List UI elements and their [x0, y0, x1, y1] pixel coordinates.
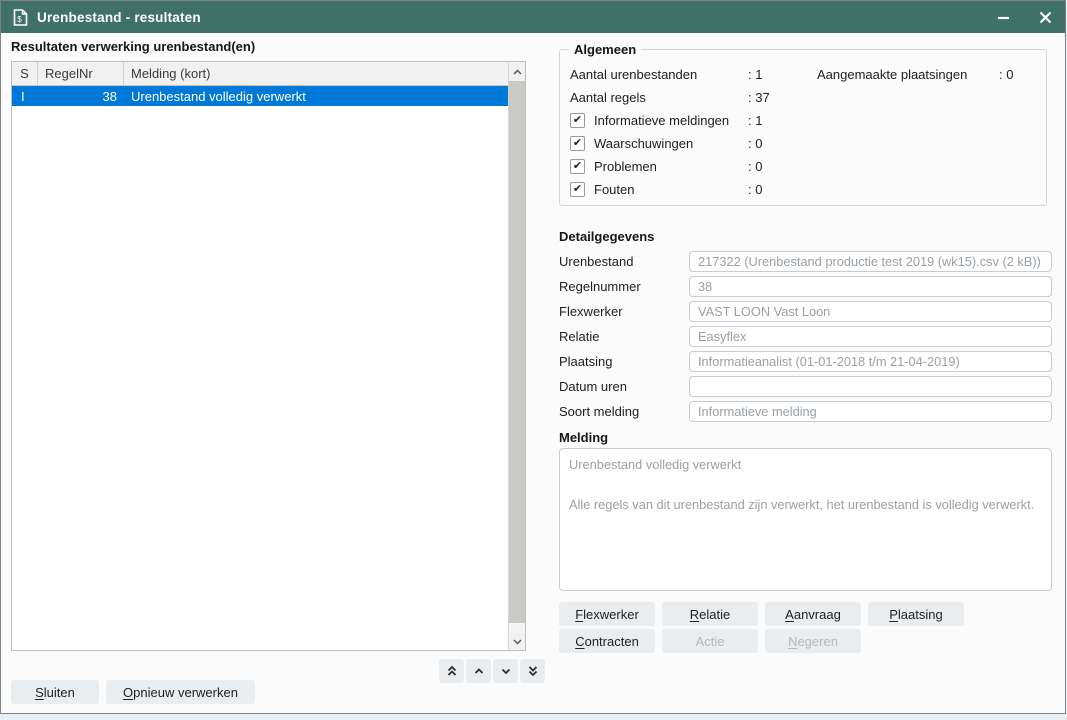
contracten-button[interactable]: Contracten — [559, 629, 655, 653]
action-buttons-row2: Contracten Actie Negeren — [559, 629, 861, 653]
check-icon: ✔ — [573, 115, 582, 126]
hours-file-icon: $ — [13, 9, 28, 26]
stat-value: : 0 — [999, 67, 1013, 82]
chevron-up-icon — [473, 665, 485, 677]
negeren-button[interactable]: Negeren — [765, 629, 861, 653]
scrollbar-thumb[interactable] — [509, 81, 525, 623]
waarschuwingen-checkbox[interactable]: ✔ — [570, 136, 585, 151]
soort-melding-field[interactable]: Informatieve melding — [689, 401, 1052, 422]
close-icon — [1039, 11, 1052, 24]
column-header-regelnr[interactable]: RegelNr — [38, 62, 124, 85]
results-table: S RegelNr Melding (kort) I 38 Urenbestan… — [11, 61, 526, 651]
plaatsing-button[interactable]: Plaatsing — [868, 602, 964, 626]
column-header-melding[interactable]: Melding (kort) — [124, 62, 508, 85]
flexwerker-field[interactable]: VAST LOON Vast Loon — [689, 301, 1052, 322]
check-value: : 1 — [748, 113, 762, 128]
stat-label: Aantal regels — [570, 90, 748, 105]
check-value: : 0 — [748, 136, 762, 151]
double-chevron-down-icon — [527, 665, 539, 677]
title-bar[interactable]: $ Urenbestand - resultaten — [1, 1, 1065, 33]
field-label: Soort melding — [559, 404, 689, 419]
svg-text:$: $ — [17, 15, 22, 24]
stat-label: Aantal urenbestanden — [570, 67, 748, 82]
minimize-icon — [997, 11, 1010, 24]
algemeen-groupbox: Aantal urenbestanden : 1 Aantal regels :… — [559, 49, 1047, 206]
relatie-button[interactable]: Relatie — [662, 602, 758, 626]
cell-status: I — [12, 89, 38, 104]
urenbestand-field[interactable]: 217322 (Urenbestand productie test 2019 … — [689, 251, 1052, 272]
check-value: : 0 — [748, 159, 762, 174]
check-label: Waarschuwingen — [594, 136, 748, 151]
double-chevron-up-icon — [446, 665, 458, 677]
nav-previous-button[interactable] — [466, 659, 491, 683]
check-label: Informatieve meldingen — [594, 113, 748, 128]
melding-title: Melding — [559, 430, 608, 445]
scrollbar-up-button[interactable] — [509, 62, 525, 81]
chevron-down-icon — [500, 665, 512, 677]
field-label: Relatie — [559, 329, 689, 344]
row-navigation — [439, 659, 545, 683]
field-label: Flexwerker — [559, 304, 689, 319]
close-button[interactable] — [1037, 9, 1053, 25]
stat-label: Aangemaakte plaatsingen — [817, 67, 999, 82]
field-label: Datum uren — [559, 379, 689, 394]
regelnummer-field[interactable]: 38 — [689, 276, 1052, 297]
window-title: Urenbestand - resultaten — [37, 10, 201, 25]
algemeen-title: Algemeen — [569, 42, 641, 57]
cell-regelnr: 38 — [38, 89, 124, 104]
dialog-window: $ Urenbestand - resultaten Resultaten ve… — [0, 0, 1066, 714]
opnieuw-verwerken-button[interactable]: Opnieuw verwerken — [106, 680, 255, 704]
stat-value: : 37 — [748, 90, 770, 105]
nav-next-button[interactable] — [493, 659, 518, 683]
field-label: Regelnummer — [559, 279, 689, 294]
melding-textarea[interactable]: Urenbestand volledig verwerkt Alle regel… — [559, 448, 1052, 591]
action-buttons-row1: Flexwerker Relatie Aanvraag Plaatsing — [559, 602, 964, 626]
minimize-button[interactable] — [995, 9, 1011, 25]
check-icon: ✔ — [573, 161, 582, 172]
aanvraag-button[interactable]: Aanvraag — [765, 602, 861, 626]
column-header-s[interactable]: S — [12, 62, 38, 85]
table-header: S RegelNr Melding (kort) — [12, 62, 508, 86]
datum-uren-field[interactable] — [689, 376, 1052, 397]
chevron-up-icon — [513, 69, 522, 75]
field-label: Urenbestand — [559, 254, 689, 269]
detailgegevens-title: Detailgegevens — [559, 229, 654, 244]
stat-value: : 1 — [748, 67, 762, 82]
check-label: Problemen — [594, 159, 748, 174]
check-icon: ✔ — [573, 184, 582, 195]
scrollbar-down-button[interactable] — [509, 633, 525, 650]
detail-fields: Urenbestand 217322 (Urenbestand producti… — [559, 251, 1052, 426]
nav-last-button[interactable] — [520, 659, 545, 683]
results-heading: Resultaten verwerking urenbestand(en) — [11, 39, 255, 54]
table-row[interactable]: I 38 Urenbestand volledig verwerkt — [12, 86, 508, 106]
footer-buttons: Sluiten Opnieuw verwerken — [11, 680, 255, 704]
relatie-field[interactable]: Easyflex — [689, 326, 1052, 347]
fouten-checkbox[interactable]: ✔ — [570, 182, 585, 197]
cell-melding: Urenbestand volledig verwerkt — [124, 89, 508, 104]
check-value: : 0 — [748, 182, 762, 197]
plaatsing-field[interactable]: Informatieanalist (01-01-2018 t/m 21-04-… — [689, 351, 1052, 372]
chevron-down-icon — [513, 639, 522, 645]
table-scrollbar[interactable] — [508, 62, 525, 650]
problemen-checkbox[interactable]: ✔ — [570, 159, 585, 174]
nav-first-button[interactable] — [439, 659, 464, 683]
informatieve-meldingen-checkbox[interactable]: ✔ — [570, 113, 585, 128]
check-label: Fouten — [594, 182, 748, 197]
actie-button[interactable]: Actie — [662, 629, 758, 653]
sluiten-button[interactable]: Sluiten — [11, 680, 99, 704]
field-label: Plaatsing — [559, 354, 689, 369]
flexwerker-button[interactable]: Flexwerker — [559, 602, 655, 626]
check-icon: ✔ — [573, 138, 582, 149]
